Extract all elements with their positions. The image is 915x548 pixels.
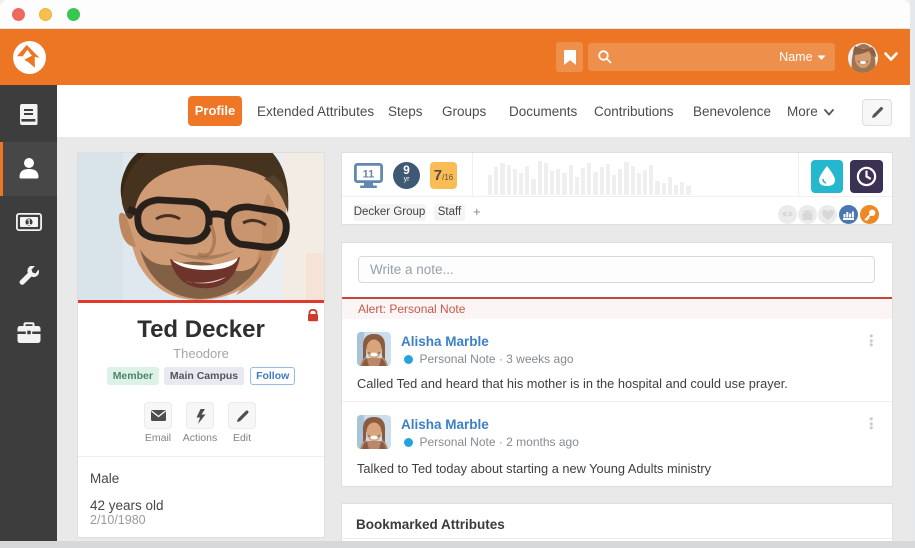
svg-text:1: 1 bbox=[27, 218, 32, 227]
svg-text:11: 11 bbox=[363, 169, 375, 181]
